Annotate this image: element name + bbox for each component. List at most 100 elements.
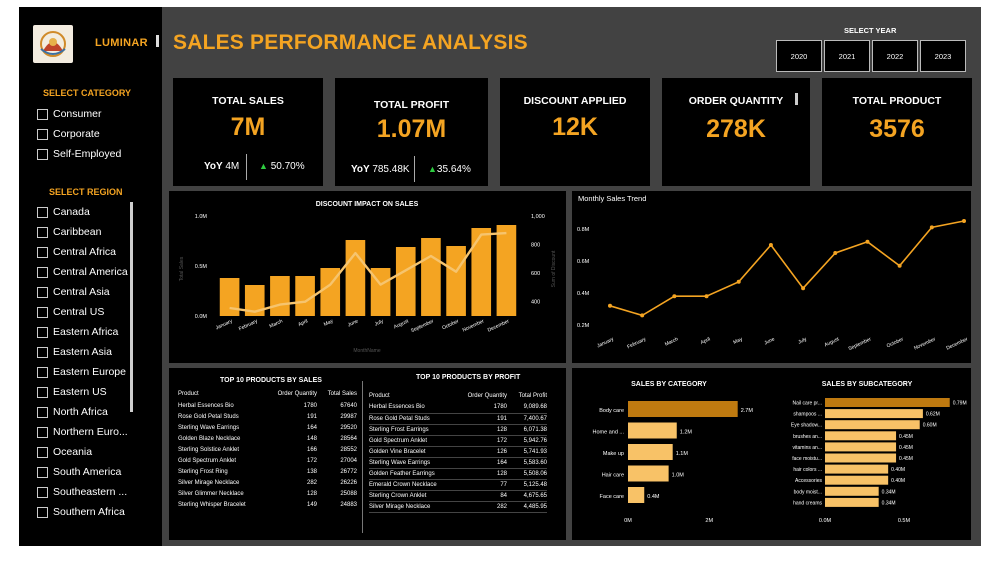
region-checkbox-7[interactable]: Eastern Asia [37,345,112,359]
table-cell: 164 [306,424,317,431]
region-checkbox-2[interactable]: Central Africa [37,245,116,259]
subcategory-bar [825,497,879,507]
x-tick-label: 0.5M [898,518,911,524]
subcategory-label: shampoos ... [793,412,822,418]
table-row: Silver Glimmer Necklace 128 25088 [178,488,357,499]
yoy-percent: 35.64% [436,164,471,175]
region-checkbox-9[interactable]: Eastern US [37,385,107,399]
region-checkbox-6[interactable]: Eastern Africa [37,325,118,339]
region-label: Central Asia [53,286,110,298]
region-checkbox-0[interactable]: Canada [37,205,90,219]
kpi-value: 3576 [869,115,925,143]
region-scrollbar[interactable] [130,202,133,412]
region-checkbox-1[interactable]: Caribbean [37,225,101,239]
region-checkbox-10[interactable]: North Africa [37,405,108,419]
checkbox-box[interactable] [37,206,48,218]
table-cell: 5,508.06 [523,470,547,477]
bar-january [219,278,240,316]
year-button-2022[interactable]: 2022 [872,40,918,72]
region-label: Eastern Asia [53,346,112,358]
year-button-2021[interactable]: 2021 [824,40,870,72]
region-checkbox-8[interactable]: Eastern Europe [37,365,126,379]
checkbox-box[interactable] [37,306,48,318]
region-checkbox-11[interactable]: Northern Euro... [37,425,128,439]
table-row: Sterling Crown Anklet 84 4,675.65 [369,490,547,501]
checkbox-box[interactable] [37,326,48,338]
table-cell: Gold Spectrum Anklet [178,457,237,464]
year-button-2023[interactable]: 2023 [920,40,966,72]
y-axis-label: Total Sales [179,256,185,281]
bar-march [270,276,290,316]
yoy-value: 4M [225,161,240,172]
checkbox-box[interactable] [37,286,48,298]
checkbox-box[interactable] [37,506,48,518]
region-checkbox-4[interactable]: Central Asia [37,285,110,299]
x-tick-label: March [664,336,679,347]
region-checkbox-12[interactable]: Oceania [37,445,92,459]
table-cell: Sterling Frost Ring [178,468,228,475]
table-row: Sterling Wave Earrings 164 29520 [178,422,357,433]
top-profit-title: TOP 10 PRODUCTS BY PROFIT [416,374,521,381]
monthly-trend-panel: Monthly Sales Trend 0.8M 0.6M 0.4M 0.2M Janua… [572,191,971,363]
x-tick-label: November [462,318,486,333]
category-checkbox-1[interactable]: Corporate [37,127,100,141]
table-cell: Herbal Essences Bio [178,402,234,409]
category-label: Self-Employed [53,148,122,160]
top-products-panel: TOP 10 PRODUCTS BY SALES TOP 10 PRODUCTS… [169,368,566,540]
table-cell: Sterling Wave Earrings [178,424,240,431]
checkbox-box[interactable] [37,386,48,398]
region-checkbox-5[interactable]: Central US [37,305,104,319]
checkbox-box[interactable] [37,346,48,358]
table-cell: Herbal Essences Bio [369,404,425,411]
bar-value-label: 2.7M [741,408,754,414]
kpi-label: ORDER QUANTITY [688,95,784,107]
trend-point-november [929,225,934,230]
checkbox-box[interactable] [37,406,48,418]
y-tick-label: 0.5M [195,264,208,270]
checkbox-box[interactable] [37,466,48,478]
yoy-value: 785.48K [372,164,410,175]
table-row: Golden Vine Bracelet 126 5,741.93 [369,446,547,457]
category-checkbox-2[interactable]: Self-Employed [37,147,121,161]
select-category-title: SELECT CATEGORY [43,88,132,98]
x-tick-label: 0M [624,518,632,524]
column-header: Product [369,393,390,399]
table-cell: 282 [496,503,507,510]
table-row: Silver Mirage Necklace 282 26226 [178,477,357,488]
x-tick-label: September [848,336,873,352]
top-sales-table: Product Order Quantity Total Sales Herba… [178,391,357,510]
sales-by-category-charts: SALES BY CATEGORY Body care 2.7M Home and .… [593,381,967,524]
category-checkbox-0[interactable]: Consumer [37,107,101,121]
checkbox-box[interactable] [37,366,48,378]
x-tick-label: July [374,318,385,327]
checkbox-box[interactable] [37,226,48,238]
checkbox-box[interactable] [37,246,48,258]
checkbox-box[interactable] [37,266,48,278]
checkbox-box[interactable] [37,446,48,458]
table-cell: 148 [306,435,317,442]
region-checkbox-15[interactable]: Southern Africa [37,505,125,519]
region-label: Eastern Africa [53,326,119,338]
bar-value-label: 0.40M [891,478,905,484]
y-tick-label: 0.6M [577,259,590,265]
region-checkbox-14[interactable]: Southeastern ... [37,485,127,499]
region-checkbox-3[interactable]: Central America [37,265,128,279]
table-cell: 149 [306,501,317,508]
x-tick-label: August [823,336,840,348]
region-checkbox-13[interactable]: South America [37,465,121,479]
checkbox-box[interactable] [37,426,48,438]
checkbox-box[interactable] [37,108,48,120]
checkbox-box[interactable] [37,148,48,160]
subcategory-bar [825,431,897,441]
bar-value-label: 0.60M [923,423,937,429]
x-tick-label: 2M [705,518,713,524]
subcategory-label: vitamins an... [793,445,822,451]
bar-value-label: 0.4M [647,494,660,500]
kpi-card-total-sales: TOTAL SALES 7M YoY 4M ▲ 50.70% [173,78,323,186]
region-label: South America [53,466,122,478]
y-tick-label: 0.8M [577,227,590,233]
bar-value-label: 0.34M [882,500,896,506]
checkbox-box[interactable] [37,128,48,140]
checkbox-box[interactable] [37,486,48,498]
year-button-2020[interactable]: 2020 [776,40,822,72]
